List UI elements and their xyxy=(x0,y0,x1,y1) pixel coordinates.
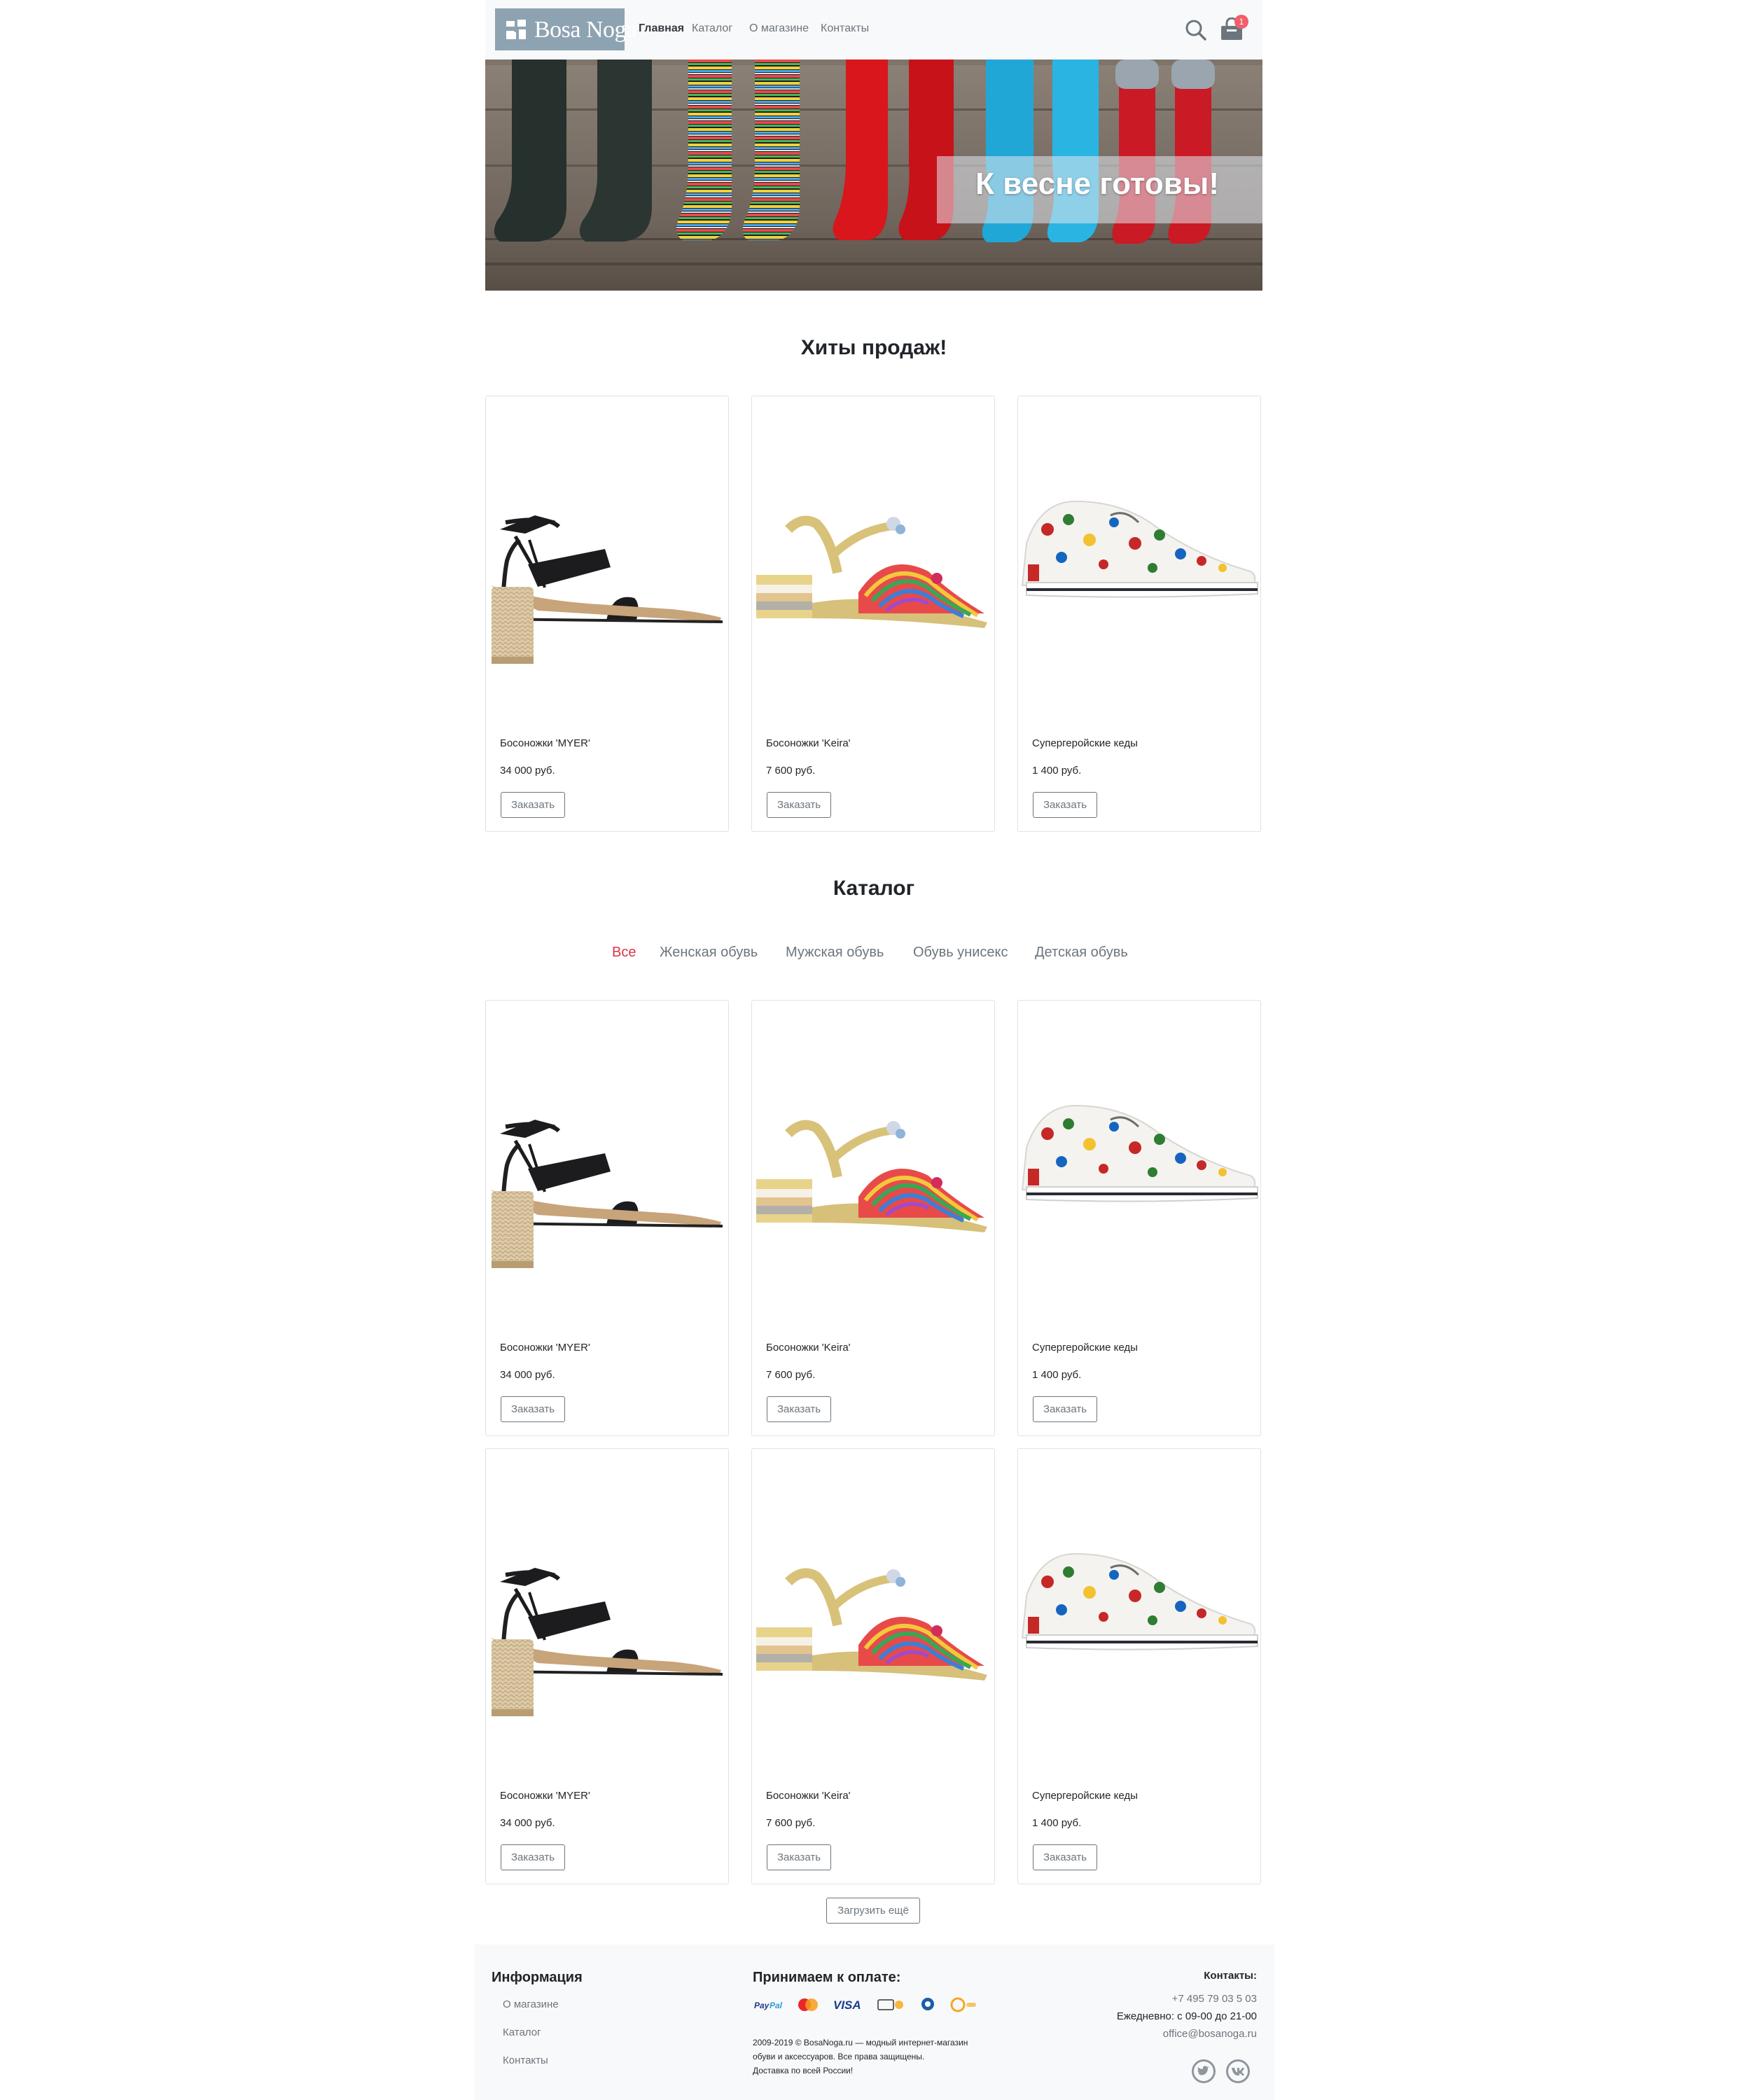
product-price: 7 600 руб. xyxy=(766,765,816,777)
product-name: Босоножки 'Keira' xyxy=(766,1790,851,1802)
svg-text:Pay: Pay xyxy=(754,2001,770,2010)
black-strappy-sandal-image xyxy=(487,1057,728,1295)
search-icon[interactable] xyxy=(1183,18,1209,43)
product-price: 7 600 руб. xyxy=(766,1817,816,1829)
vk-icon[interactable] xyxy=(1226,2059,1250,2083)
load-more-button[interactable]: Загрузить ещё xyxy=(826,1898,920,1924)
product-name: Босоножки 'MYER' xyxy=(500,1342,590,1354)
product-card[interactable]: Босоножки 'Keira' 7 600 руб. Заказать xyxy=(751,1000,995,1436)
product-name: Супергеройские кеды xyxy=(1032,737,1138,749)
order-button[interactable]: Заказать xyxy=(1033,1396,1097,1422)
footer-phone[interactable]: +7 495 79 03 5 03 xyxy=(1172,1993,1257,2005)
banner-title: К весне готовы! xyxy=(975,167,1219,201)
product-price: 34 000 руб. xyxy=(500,1817,555,1829)
black-strappy-sandal-image xyxy=(487,452,728,690)
product-card[interactable]: Супергеройские кеды 1 400 руб. Заказать xyxy=(1017,1448,1261,1884)
copyright-line: обуви и аксессуаров. Все права защищены. xyxy=(753,2052,925,2061)
cart-count-badge: 1 xyxy=(1234,15,1248,29)
order-button[interactable]: Заказать xyxy=(501,1844,565,1870)
gold-rainbow-sandal-image xyxy=(753,1057,994,1295)
top-sales-title: Хиты продаж! xyxy=(800,336,947,359)
product-name: Супергеройские кеды xyxy=(1032,1342,1138,1354)
nav-catalog[interactable]: Каталог xyxy=(692,22,732,35)
nav-contacts[interactable]: Контакты xyxy=(821,22,869,35)
footer-link-catalog[interactable]: Каталог xyxy=(503,2026,541,2038)
footer-link-about[interactable]: О магазине xyxy=(503,1998,559,2010)
paypal-icon: Pay Pal xyxy=(754,2001,783,2010)
footer-info-title: Информация xyxy=(492,1970,583,1985)
superhero-sneaker-image xyxy=(1021,1552,1259,1651)
category-women[interactable]: Женская обувь xyxy=(660,945,758,961)
nav-home[interactable]: Главная xyxy=(639,22,684,35)
category-unisex[interactable]: Обувь унисекс xyxy=(913,945,1008,961)
webmoney-icon xyxy=(921,1998,934,2010)
footer-email[interactable]: office@bosanoga.ru xyxy=(1163,2028,1257,2040)
twitter-bird-icon xyxy=(1197,2066,1209,2075)
svg-text:VISA: VISA xyxy=(833,1998,861,2012)
gold-rainbow-sandal-image xyxy=(753,1505,994,1743)
category-all[interactable]: Все xyxy=(612,945,636,961)
order-button[interactable]: Заказать xyxy=(1033,1844,1097,1870)
product-card[interactable]: Супергеройские кеды 1 400 руб. Заказать xyxy=(1017,1000,1261,1436)
vk-logo-icon xyxy=(1232,2068,1244,2075)
order-button[interactable]: Заказать xyxy=(501,792,565,818)
footer-copyright: 2009-2019 © BosaNoga.ru — модный интерне… xyxy=(753,2036,1005,2078)
product-name: Босоножки 'Keira' xyxy=(766,1342,851,1354)
product-name: Супергеройские кеды xyxy=(1032,1790,1138,1802)
copyright-line: Доставка по всей России! xyxy=(753,2066,854,2075)
category-men[interactable]: Мужская обувь xyxy=(786,945,884,961)
svg-text:Pal: Pal xyxy=(770,2001,783,2010)
product-name: Босоножки 'MYER' xyxy=(500,1790,590,1802)
product-price: 34 000 руб. xyxy=(500,1369,555,1381)
yandex-money-icon xyxy=(877,1999,903,2010)
order-button[interactable]: Заказать xyxy=(767,1396,831,1422)
product-price: 1 400 руб. xyxy=(1032,1817,1082,1829)
product-price: 34 000 руб. xyxy=(500,765,555,777)
order-button[interactable]: Заказать xyxy=(767,1844,831,1870)
product-name: Босоножки 'MYER' xyxy=(500,737,590,749)
order-button[interactable]: Заказать xyxy=(501,1396,565,1422)
order-button[interactable]: Заказать xyxy=(1033,792,1097,818)
logo-mark-icon xyxy=(506,20,526,39)
product-card[interactable]: Босоножки 'MYER' 34 000 руб. Заказать xyxy=(485,1448,729,1884)
hero-banner: К весне готовы! xyxy=(485,60,1262,291)
mastercard-icon xyxy=(798,1998,818,2011)
site-footer: Информация О магазине Каталог Контакты П… xyxy=(475,1945,1274,2100)
twitter-icon[interactable] xyxy=(1192,2059,1216,2083)
order-button[interactable]: Заказать xyxy=(767,792,831,818)
product-card[interactable]: Босоножки 'MYER' 34 000 руб. Заказать xyxy=(485,396,729,832)
copyright-line: 2009-2019 © BosaNoga.ru — модный интерне… xyxy=(753,2038,968,2047)
site-header: Bosa Noga Главная Каталог О магазине Кон… xyxy=(485,0,1262,60)
footer-hours: Ежедневно: с 09-00 до 21-00 xyxy=(1116,2010,1257,2022)
catalog-title: Каталог xyxy=(833,877,915,900)
superhero-sneaker-image xyxy=(1021,1104,1259,1203)
superhero-sneaker-image xyxy=(1021,500,1259,599)
footer-link-contacts[interactable]: Контакты xyxy=(503,2054,548,2066)
product-price: 1 400 руб. xyxy=(1032,1369,1082,1381)
product-card[interactable]: Супергеройские кеды 1 400 руб. Заказать xyxy=(1017,396,1261,832)
nav-about[interactable]: О магазине xyxy=(749,22,809,35)
logo[interactable]: Bosa Noga xyxy=(495,8,636,50)
black-strappy-sandal-image xyxy=(487,1505,728,1743)
logo-text: Bosa Noga xyxy=(534,17,636,43)
footer-payment-title: Принимаем к оплате: xyxy=(753,1970,901,1985)
product-price: 7 600 руб. xyxy=(766,1369,816,1381)
product-card[interactable]: Босоножки 'MYER' 34 000 руб. Заказать xyxy=(485,1000,729,1436)
product-card[interactable]: Босоножки 'Keira' 7 600 руб. Заказать xyxy=(751,396,995,832)
visa-icon: VISA xyxy=(833,1998,861,2012)
footer-contacts-title: Контакты: xyxy=(1204,1970,1257,1982)
product-card[interactable]: Босоножки 'Keira' 7 600 руб. Заказать xyxy=(751,1448,995,1884)
qiwi-icon xyxy=(950,1997,976,2012)
category-kids[interactable]: Детская обувь xyxy=(1035,945,1128,961)
product-name: Босоножки 'Keira' xyxy=(766,737,851,749)
gold-rainbow-sandal-image xyxy=(753,452,994,690)
product-price: 1 400 руб. xyxy=(1032,765,1082,777)
